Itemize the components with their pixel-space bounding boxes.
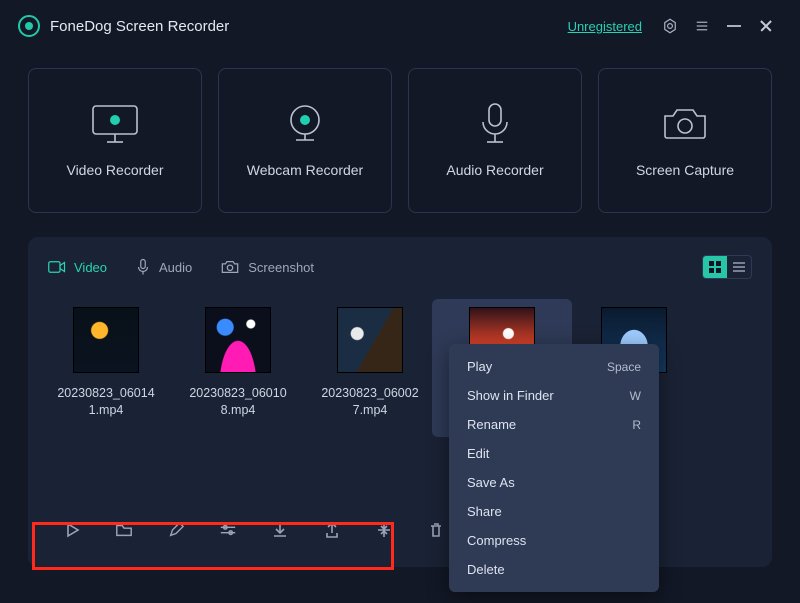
webcam-icon — [281, 104, 329, 144]
menu-icon[interactable] — [692, 16, 712, 36]
mode-audio-recorder[interactable]: Audio Recorder — [408, 68, 582, 213]
tab-label: Video — [74, 260, 107, 275]
folder-icon[interactable] — [114, 520, 134, 540]
view-toggle — [702, 255, 752, 279]
thumbnail-item[interactable]: 20230823_060027.mp4 — [318, 307, 422, 419]
close-button[interactable] — [756, 16, 776, 36]
thumbnail-image — [205, 307, 271, 373]
ctx-item-show-in-finder[interactable]: Show in Finder W — [449, 381, 659, 410]
media-panel: Video Audio Screenshot — [28, 237, 772, 567]
thumbnail-label: 20230823_060108.mp4 — [186, 385, 290, 419]
mode-screen-capture[interactable]: Screen Capture — [598, 68, 772, 213]
ctx-hint: Space — [607, 360, 641, 374]
ctx-hint: W — [630, 389, 641, 403]
monitor-record-icon — [87, 104, 143, 144]
thumbnail-image — [337, 307, 403, 373]
app-logo-icon — [18, 15, 40, 37]
mode-label: Webcam Recorder — [247, 162, 363, 178]
microphone-icon — [475, 104, 515, 144]
ctx-item-rename[interactable]: Rename R — [449, 410, 659, 439]
ctx-hint: R — [632, 418, 641, 432]
app-title: FoneDog Screen Recorder — [50, 18, 229, 35]
ctx-item-save-as[interactable]: Save As — [449, 468, 659, 497]
tab-audio[interactable]: Audio — [135, 258, 192, 276]
edit-icon[interactable] — [166, 520, 186, 540]
mode-cards: Video Recorder Webcam Recorder Audio Rec… — [0, 52, 800, 213]
thumbnail-item[interactable]: 20230823_060141.mp4 — [54, 307, 158, 419]
thumbnail-image — [73, 307, 139, 373]
grid-view-button[interactable] — [703, 256, 727, 278]
compress-icon[interactable] — [374, 520, 394, 540]
ctx-label: Edit — [467, 446, 489, 461]
tab-label: Screenshot — [248, 260, 314, 275]
ctx-item-edit[interactable]: Edit — [449, 439, 659, 468]
mode-video-recorder[interactable]: Video Recorder — [28, 68, 202, 213]
minimize-button[interactable] — [724, 16, 744, 36]
trash-icon[interactable] — [426, 520, 446, 540]
ctx-label: Share — [467, 504, 502, 519]
ctx-label: Save As — [467, 475, 515, 490]
ctx-label: Show in Finder — [467, 388, 554, 403]
ctx-label: Play — [467, 359, 492, 374]
list-view-button[interactable] — [727, 256, 751, 278]
ctx-item-play[interactable]: Play Space — [449, 352, 659, 381]
mode-label: Audio Recorder — [446, 162, 543, 178]
share-icon[interactable] — [322, 520, 342, 540]
mode-webcam-recorder[interactable]: Webcam Recorder — [218, 68, 392, 213]
play-icon[interactable] — [62, 520, 82, 540]
sliders-icon[interactable] — [218, 520, 238, 540]
gear-icon[interactable] — [660, 16, 680, 36]
context-menu: Play Space Show in Finder W Rename R Edi… — [449, 344, 659, 592]
thumbnail-label: 20230823_060027.mp4 — [318, 385, 422, 419]
panel-tabs: Video Audio Screenshot — [48, 255, 752, 279]
ctx-label: Compress — [467, 533, 526, 548]
camera-icon — [659, 104, 711, 144]
tab-screenshot[interactable]: Screenshot — [220, 259, 314, 275]
ctx-label: Rename — [467, 417, 516, 432]
ctx-item-share[interactable]: Share — [449, 497, 659, 526]
mode-label: Video Recorder — [66, 162, 163, 178]
title-bar: FoneDog Screen Recorder Unregistered — [0, 0, 800, 52]
tab-label: Audio — [159, 260, 192, 275]
thumbnail-label: 20230823_060141.mp4 — [54, 385, 158, 419]
ctx-item-delete[interactable]: Delete — [449, 555, 659, 584]
ctx-label: Delete — [467, 562, 505, 577]
thumbnail-item[interactable]: 20230823_060108.mp4 — [186, 307, 290, 419]
unregistered-link[interactable]: Unregistered — [568, 19, 642, 34]
tab-video[interactable]: Video — [48, 260, 107, 275]
save-icon[interactable] — [270, 520, 290, 540]
mode-label: Screen Capture — [636, 162, 734, 178]
ctx-item-compress[interactable]: Compress — [449, 526, 659, 555]
